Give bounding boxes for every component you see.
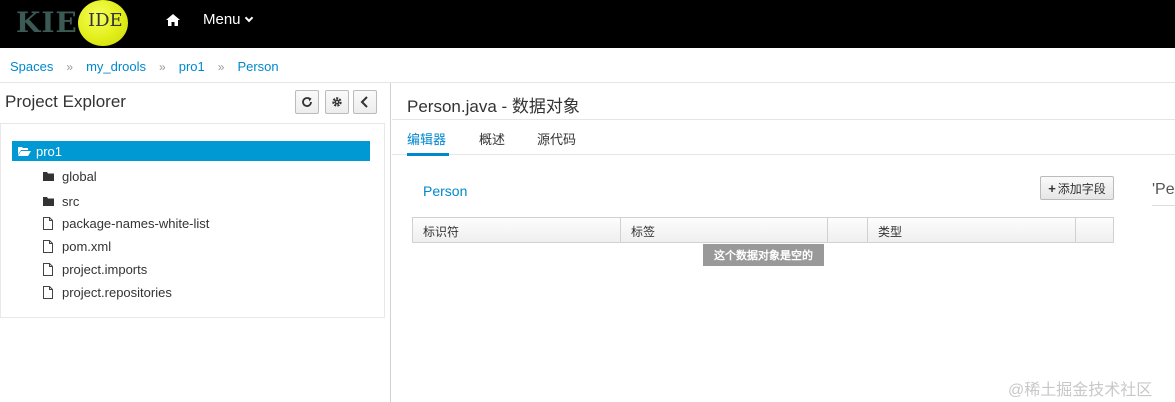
breadcrumb-separator-icon: » [66,60,74,74]
tree-item-project-repositories[interactable]: project.repositories [41,285,172,300]
column-header-type[interactable]: 类型 [868,218,1076,242]
menu-label: Menu [203,11,241,28]
side-panel-peek-text: 'Pe [1152,181,1175,198]
tree-item-package-names-white-list[interactable]: package-names-white-list [41,216,209,231]
tree-item-project-imports[interactable]: project.imports [41,262,147,277]
breadcrumb: Spaces » my_drools » pro1 » Person [0,48,1175,83]
settings-button[interactable] [325,90,349,114]
tree-item-src[interactable]: src [41,194,79,209]
folder-icon [41,172,55,181]
breadcrumb-my-drools[interactable]: my_drools [86,59,146,74]
divider [1152,205,1175,206]
file-icon [41,240,55,253]
refresh-button[interactable] [295,90,319,114]
tab-overview[interactable]: 概述 [479,129,505,148]
tree-item-label: src [62,194,80,209]
project-explorer-panel: Project Explorer pro1 global src package… [0,83,391,402]
tab-source[interactable]: 源代码 [537,129,576,148]
breadcrumb-separator-icon: » [159,60,166,74]
column-header-blank [828,218,868,242]
active-tab-indicator [407,153,449,156]
top-nav-bar: KIE IDE Menu [0,0,1175,48]
file-icon [41,217,55,230]
plus-icon: + [1048,180,1056,196]
add-field-label: 添加字段 [1057,181,1106,196]
breadcrumb-pro1[interactable]: pro1 [179,59,205,74]
data-object-name[interactable]: Person [423,183,467,199]
file-icon [41,286,55,299]
add-field-button[interactable]: + 添加字段 [1040,176,1114,200]
column-header-identifier[interactable]: 标识符 [413,218,621,242]
collapse-panel-button[interactable] [353,90,377,114]
file-icon [41,263,55,276]
tree-item-label: pom.xml [62,239,112,254]
folder-open-icon [18,147,31,156]
menu-dropdown[interactable]: Menu [203,11,253,28]
breadcrumb-spaces[interactable]: Spaces [10,59,53,74]
kie-logo[interactable]: KIE [16,6,78,39]
tree-item-pom-xml[interactable]: pom.xml [41,239,111,254]
tree-item-label: package-names-white-list [62,216,210,231]
gear-icon [332,97,342,107]
tree-item-label: project.imports [62,262,148,277]
tree-item-label: project.repositories [62,285,172,300]
column-header-actions [1076,218,1113,242]
tree-item-selected[interactable]: pro1 [12,141,370,161]
tree-item-label: pro1 [36,144,63,159]
editor-panel: Person.java - 数据对象 编辑器 概述 源代码 Person + 添加… [392,83,1175,402]
breadcrumb-person[interactable]: Person [237,59,278,74]
chevron-left-icon [360,96,368,108]
editor-tabs: 编辑器 概述 源代码 [392,119,1175,156]
tree-item-global[interactable]: global [41,169,97,184]
tab-editor[interactable]: 编辑器 [407,129,446,148]
editor-title: Person.java - 数据对象 [407,97,580,116]
ide-logo-text: IDE [88,10,123,31]
folder-icon [41,197,55,206]
chevron-down-icon [244,13,253,23]
fields-table-header: 标识符 标签 类型 [412,217,1114,243]
watermark: @稀土掘金技术社区 [1008,382,1153,399]
project-tree: pro1 global src package-names-white-list… [0,123,385,318]
column-header-label[interactable]: 标签 [621,218,828,242]
empty-table-message: 这个数据对象是空的 [703,244,824,266]
refresh-icon [302,97,312,107]
breadcrumb-separator-icon: » [217,60,225,74]
project-explorer-title: Project Explorer [5,92,126,111]
tree-item-label: global [62,169,97,184]
home-icon[interactable] [164,11,182,29]
